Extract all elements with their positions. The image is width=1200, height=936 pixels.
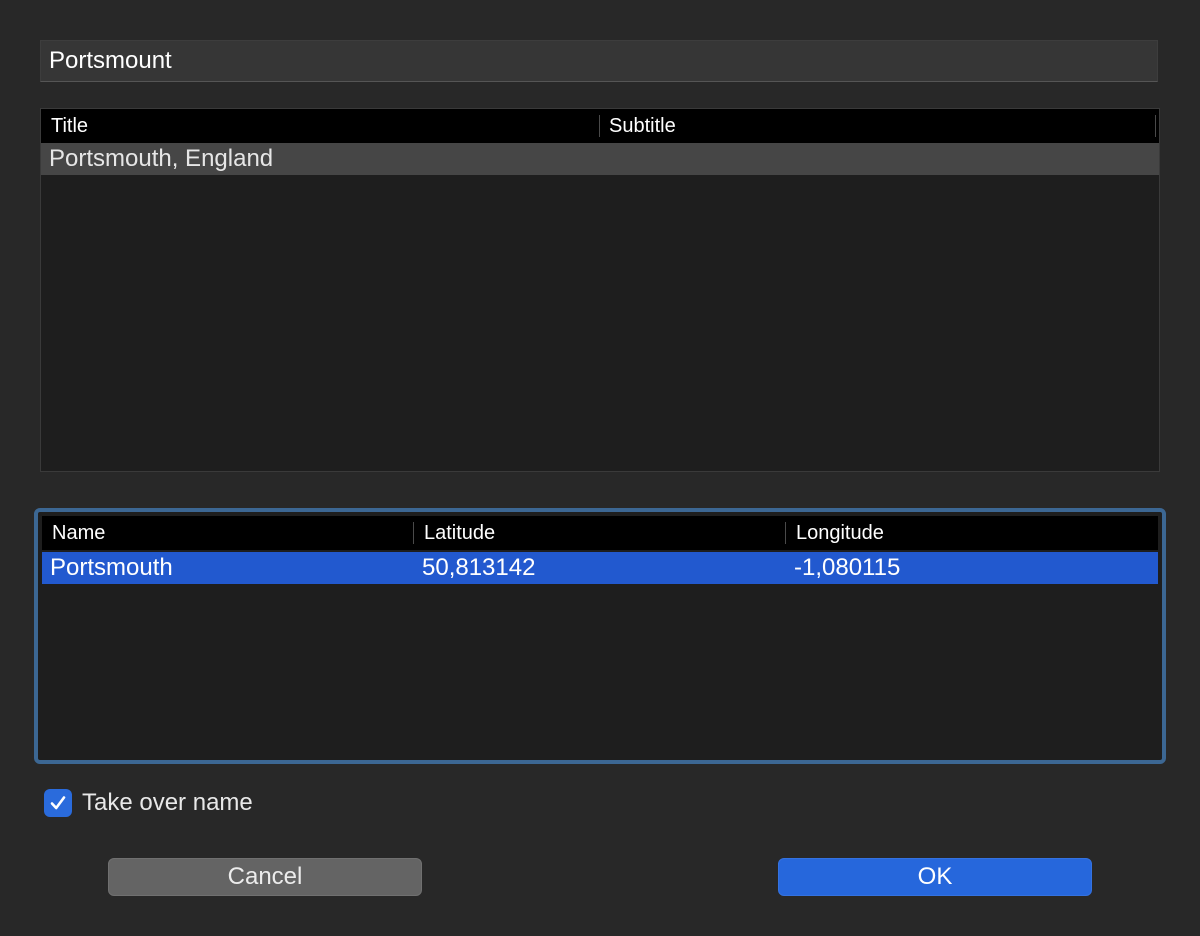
search-input[interactable]	[40, 40, 1158, 82]
column-header-latitude[interactable]: Latitude	[414, 516, 785, 550]
results-table[interactable]: Title Subtitle Portsmouth, England	[40, 108, 1160, 472]
column-divider[interactable]	[1155, 115, 1156, 137]
result-title-cell: Portsmouth, England	[49, 145, 274, 172]
column-header-longitude[interactable]: Longitude	[786, 516, 1158, 550]
table-row[interactable]: Portsmouth 50,813142 -1,080115	[42, 552, 1158, 584]
coord-latitude-cell: 50,813142	[422, 554, 536, 581]
coords-table[interactable]: Name Latitude Longitude Portsmouth 50,81…	[42, 516, 1158, 756]
result-subtitle-cell	[599, 143, 1155, 175]
coord-name-cell: Portsmouth	[50, 554, 173, 581]
take-over-name-checkbox[interactable]: Take over name	[44, 788, 253, 818]
column-header-name[interactable]: Name	[42, 516, 413, 550]
take-over-name-label[interactable]: Take over name	[82, 789, 253, 817]
table-row[interactable]: Portsmouth, England	[41, 143, 1159, 175]
location-search-dialog: Title Subtitle Portsmouth, England Name …	[0, 0, 1200, 936]
cancel-button[interactable]: Cancel	[108, 858, 422, 896]
coords-table-focus-ring: Name Latitude Longitude Portsmouth 50,81…	[34, 508, 1166, 764]
ok-button[interactable]: OK	[778, 858, 1092, 896]
checkmark-icon	[50, 796, 66, 810]
column-header-title[interactable]: Title	[41, 109, 599, 143]
column-header-subtitle[interactable]: Subtitle	[599, 109, 1155, 143]
results-table-header: Title Subtitle	[41, 109, 1159, 143]
coords-table-header: Name Latitude Longitude	[42, 516, 1158, 550]
coord-longitude-cell: -1,080115	[794, 554, 901, 581]
checkbox-checked[interactable]	[44, 789, 72, 817]
